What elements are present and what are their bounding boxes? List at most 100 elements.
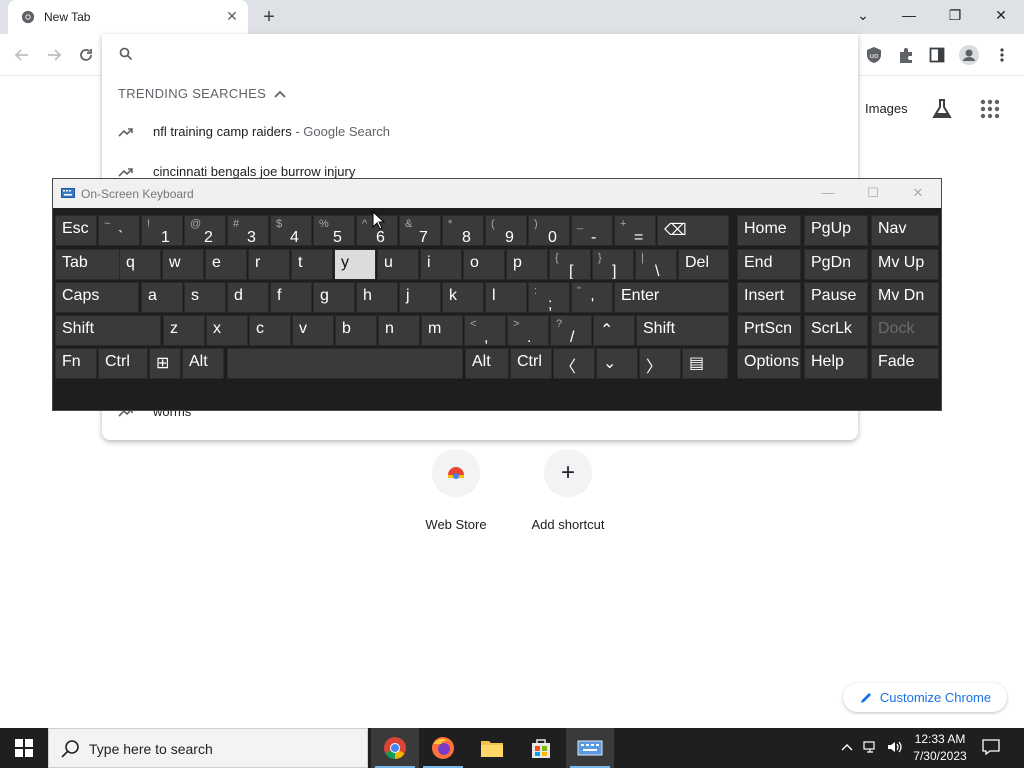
images-link[interactable]: Images <box>865 101 908 116</box>
osk-key-h[interactable]: h <box>356 282 398 313</box>
osk-key-a[interactable]: a <box>141 282 183 313</box>
osk-key-d[interactable]: d <box>227 282 269 313</box>
show-hidden-icons-chevron-icon[interactable] <box>838 738 856 756</box>
osk-key-r[interactable]: r <box>248 249 290 280</box>
osk-key-alt[interactable]: Alt <box>182 348 224 379</box>
profile-avatar-icon[interactable] <box>958 44 980 66</box>
osk-key-i[interactable]: i <box>420 249 462 280</box>
osk-key-[interactable]: 〈 <box>553 348 595 379</box>
google-apps-grid-icon[interactable] <box>980 99 1000 119</box>
osk-key-prtscn[interactable]: PrtScn <box>737 315 801 346</box>
osk-key-[interactable]: ▤ <box>682 348 728 379</box>
osk-key-x[interactable]: x <box>206 315 248 346</box>
close-window-button[interactable]: ✕ <box>978 0 1024 32</box>
customize-chrome-button[interactable]: Customize Chrome <box>843 683 1007 712</box>
osk-key-alt[interactable]: Alt <box>465 348 509 379</box>
chrome-menu-icon[interactable] <box>991 44 1013 66</box>
osk-key-pause[interactable]: Pause <box>804 282 868 313</box>
osk-key-g[interactable]: g <box>313 282 355 313</box>
osk-key-e[interactable]: e <box>205 249 247 280</box>
minimize-button[interactable]: — <box>886 0 932 32</box>
osk-key-[interactable]: ⌫ <box>657 215 729 246</box>
osk-key-[interactable]: <, <box>464 315 506 346</box>
chevron-up-icon[interactable] <box>274 90 286 98</box>
tab-new-tab[interactable]: New Tab ✕ <box>8 0 248 34</box>
taskbar-chrome-app[interactable] <box>371 728 419 768</box>
taskbar-search-box[interactable]: Type here to search <box>48 728 368 768</box>
restore-button[interactable]: ❐ <box>932 0 978 32</box>
osk-key-space[interactable] <box>227 348 463 379</box>
osk-key-q[interactable]: q <box>119 249 161 280</box>
osk-key-mvdn[interactable]: Mv Dn <box>871 282 939 313</box>
osk-key-w[interactable]: w <box>162 249 204 280</box>
osk-key-f[interactable]: f <box>270 282 312 313</box>
extensions-puzzle-icon[interactable] <box>895 44 917 66</box>
taskbar-osk-app[interactable] <box>566 728 614 768</box>
taskbar-clock[interactable]: 12:33 AM 7/30/2023 <box>908 731 972 765</box>
osk-key-n[interactable]: n <box>378 315 420 346</box>
osk-key-insert[interactable]: Insert <box>737 282 801 313</box>
osk-key-fade[interactable]: Fade <box>871 348 939 379</box>
osk-key-[interactable]: {[ <box>549 249 591 280</box>
osk-key-2[interactable]: @2 <box>184 215 226 246</box>
osk-key-end[interactable]: End <box>737 249 801 280</box>
start-button[interactable] <box>0 728 48 768</box>
osk-key-nav[interactable]: Nav <box>871 215 939 246</box>
forward-button[interactable] <box>41 42 67 68</box>
osk-key-0[interactable]: ) 0 <box>528 215 570 246</box>
osk-key-caps[interactable]: Caps <box>55 282 139 313</box>
volume-icon[interactable] <box>886 738 904 756</box>
taskbar-firefox-app[interactable] <box>419 728 467 768</box>
new-tab-button[interactable]: + <box>258 6 280 28</box>
osk-close-button[interactable]: ✕ <box>908 185 928 201</box>
osk-key-v[interactable]: v <box>292 315 334 346</box>
osk-minimize-button[interactable]: — <box>818 185 838 201</box>
osk-key-[interactable]: ? / <box>550 315 592 346</box>
tab-search-dropdown-icon[interactable]: ⌄ <box>840 0 886 32</box>
taskbar-store-app[interactable] <box>517 728 565 768</box>
tab-close-icon[interactable]: ✕ <box>224 8 240 24</box>
osk-key-shift[interactable]: Shift <box>55 315 161 346</box>
osk-key-[interactable]: ⌄ <box>596 348 638 379</box>
osk-key-[interactable]: ⌃ <box>593 315 635 346</box>
osk-key-p[interactable]: p <box>506 249 548 280</box>
osk-key-[interactable]: " ' <box>571 282 613 313</box>
osk-key-5[interactable]: % 5 <box>313 215 355 246</box>
back-button[interactable] <box>9 42 35 68</box>
reload-button[interactable] <box>73 42 99 68</box>
osk-titlebar[interactable]: On-Screen Keyboard — ☐ ✕ <box>53 179 941 208</box>
notifications-icon[interactable] <box>982 738 1000 756</box>
osk-key-shift[interactable]: Shift <box>636 315 729 346</box>
osk-key-7[interactable]: & 7 <box>399 215 441 246</box>
osk-key-scrlk[interactable]: ScrLk <box>804 315 868 346</box>
osk-key-l[interactable]: l <box>485 282 527 313</box>
osk-key-m[interactable]: m <box>421 315 463 346</box>
shortcut-web-store[interactable]: Web Store <box>406 449 506 532</box>
osk-key-[interactable]: }] <box>592 249 634 280</box>
osk-key-tab[interactable]: Tab <box>55 249 125 280</box>
osk-key-o[interactable]: o <box>463 249 505 280</box>
osk-key-k[interactable]: k <box>442 282 484 313</box>
network-icon[interactable] <box>862 738 880 756</box>
osk-key-z[interactable]: z <box>163 315 205 346</box>
osk-key-b[interactable]: b <box>335 315 377 346</box>
osk-key-3[interactable]: #3 <box>227 215 269 246</box>
osk-key-[interactable]: + = <box>614 215 656 246</box>
osk-key-del[interactable]: Del <box>678 249 729 280</box>
osk-key-[interactable]: | \ <box>635 249 677 280</box>
suggestion-item[interactable]: nfl training camp raiders - Google Searc… <box>102 112 858 152</box>
trending-searches-header[interactable]: TRENDING SEARCHES <box>118 86 286 101</box>
osk-key-fn[interactable]: Fn <box>55 348 97 379</box>
osk-key-8[interactable]: * 8 <box>442 215 484 246</box>
labs-flask-icon[interactable] <box>931 98 953 120</box>
osk-key-pgdn[interactable]: PgDn <box>804 249 868 280</box>
osk-key-home[interactable]: Home <box>737 215 801 246</box>
osk-key-1[interactable]: ! 1 <box>141 215 183 246</box>
side-panel-icon[interactable] <box>926 44 948 66</box>
osk-key-4[interactable]: $4 <box>270 215 312 246</box>
osk-key-9[interactable]: (9 <box>485 215 527 246</box>
osk-key-ctrl[interactable]: Ctrl <box>510 348 552 379</box>
osk-key-mvup[interactable]: Mv Up <box>871 249 939 280</box>
osk-key-[interactable]: 〉 <box>639 348 681 379</box>
osk-key-options[interactable]: Options <box>737 348 801 379</box>
